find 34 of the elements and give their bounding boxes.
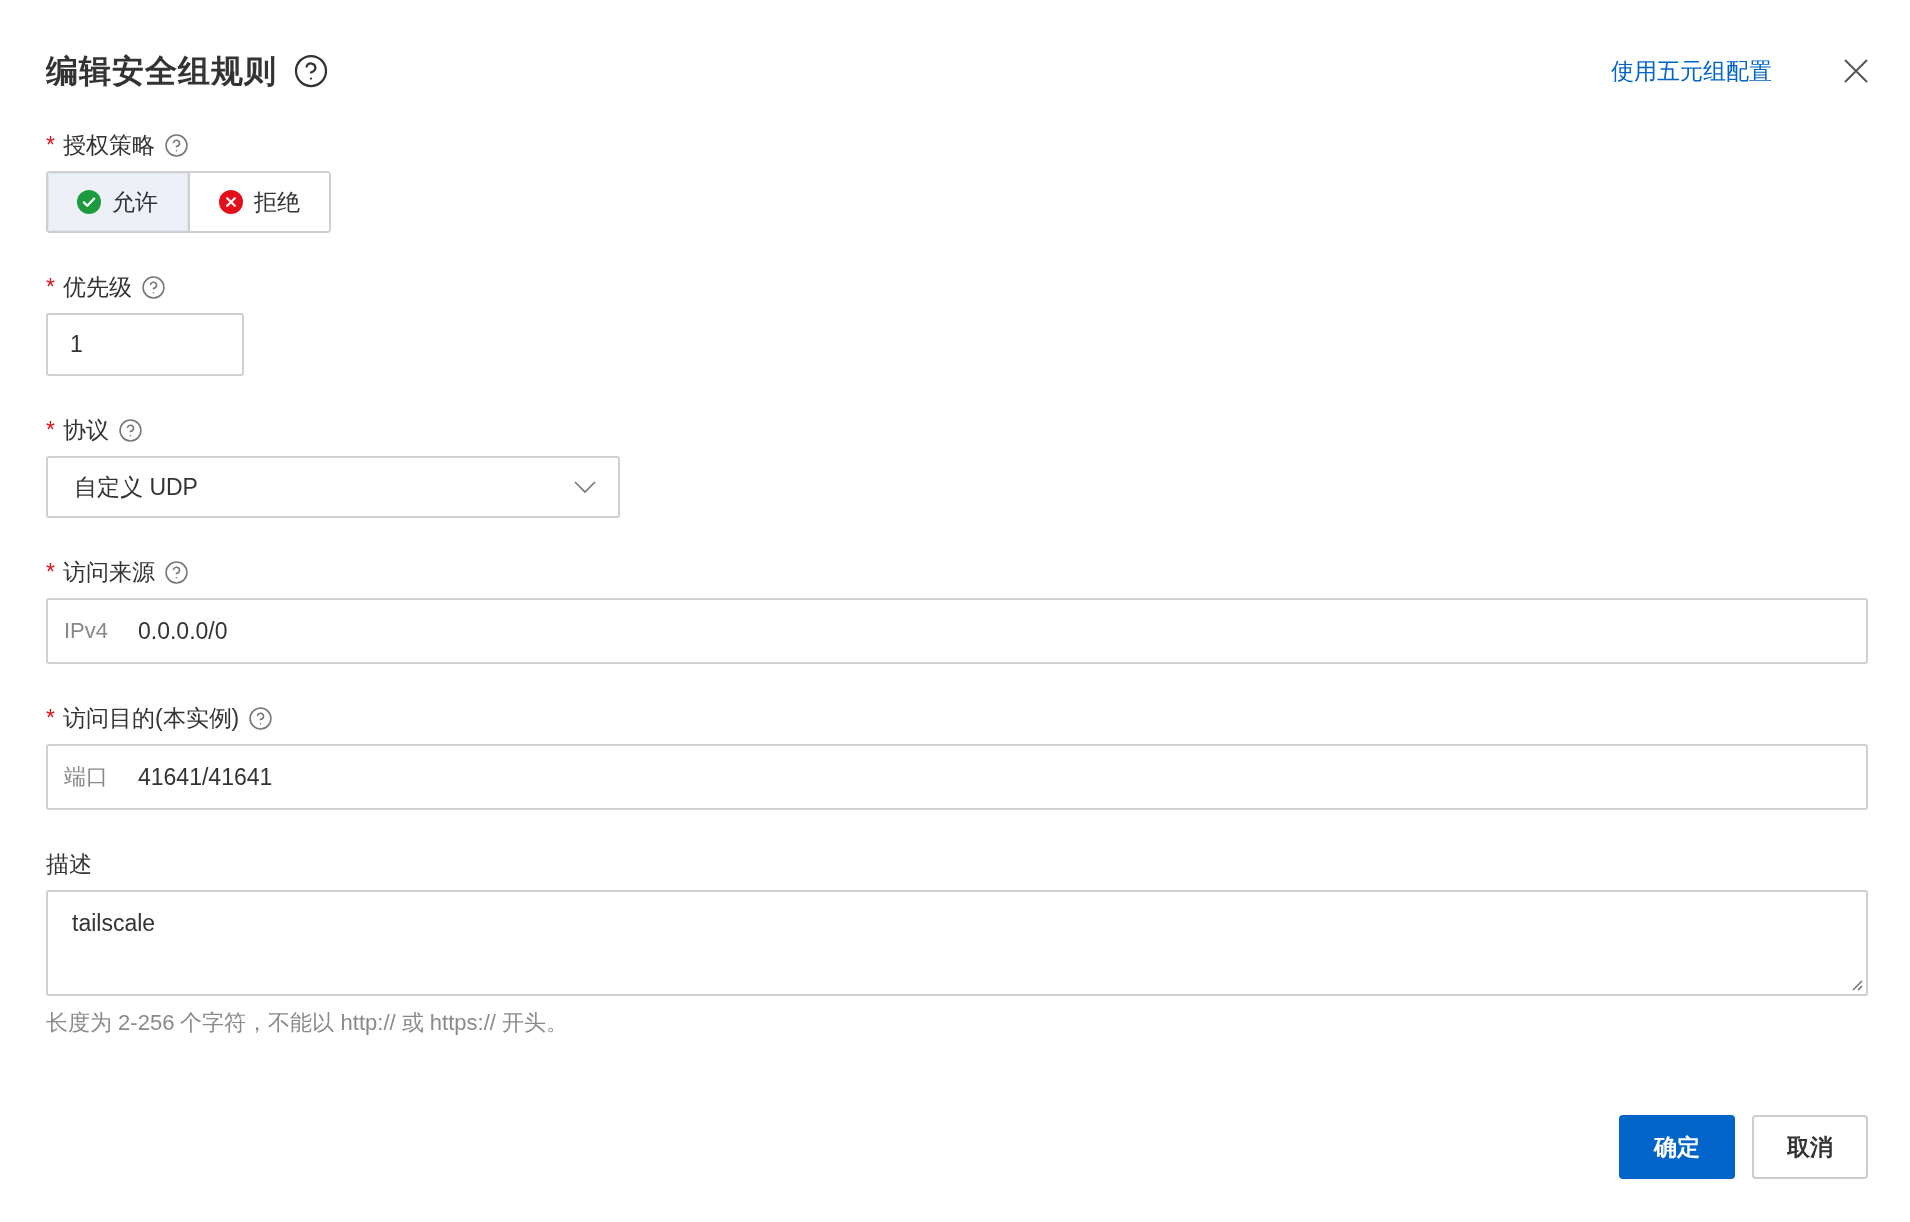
field-label: 访问来源 [62,558,155,587]
field-label: 描述 [46,850,92,879]
field-value: 0.0.0.0/0 [138,617,228,645]
field-label: 授权策略 [62,131,155,160]
required-mark: * [46,704,55,733]
required-mark: * [46,416,55,445]
cancel-button[interactable]: 取消 [1752,1115,1868,1179]
field-label: 优先级 [62,273,132,302]
help-icon[interactable] [293,53,329,89]
field-prefix: 端口 [64,763,109,791]
required-mark: * [46,558,55,587]
confirm-button[interactable]: 确定 [1619,1115,1735,1179]
select-value: 自定义 UDP [74,472,198,502]
input-field[interactable]: IPv4 0.0.0.0/0 [46,598,1868,664]
protocol-select[interactable]: 自定义 UDP [46,456,620,518]
field-value: tailscale [72,910,156,936]
chevron-down-icon [574,481,596,493]
segment-button[interactable]: 允许 [48,173,188,231]
input-field[interactable]: 端口 41641/41641 [46,744,1868,810]
number-input[interactable]: 1 [46,313,244,376]
close-button[interactable] [1844,59,1868,83]
description-textarea[interactable]: tailscale [46,890,1868,996]
field-value: 41641/41641 [138,763,273,791]
close-icon [1844,59,1868,83]
field-prefix: IPv4 [64,618,110,644]
hint-text: 长度为 2-256 个字符，不能以 http:// 或 https:// 开头。 [46,1009,568,1037]
segment-button[interactable]: 拒绝 [187,173,329,231]
dialog-title: 编辑安全组规则 [46,52,277,91]
resize-grip-icon[interactable] [1852,980,1863,991]
field-label: 访问目的(本实例) [62,704,240,733]
five-tuple-link[interactable]: 使用五元组配置 [1611,55,1772,87]
field-label: 协议 [62,416,109,445]
required-mark: * [46,273,55,302]
required-mark: * [46,131,55,160]
